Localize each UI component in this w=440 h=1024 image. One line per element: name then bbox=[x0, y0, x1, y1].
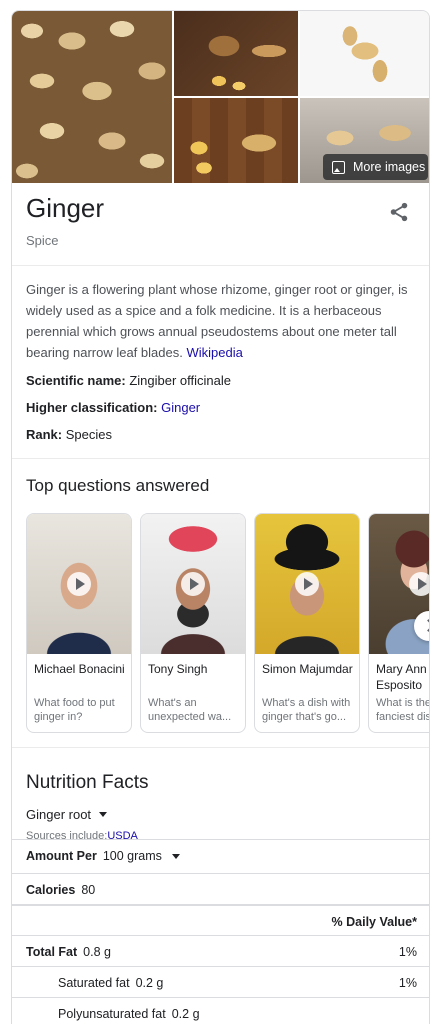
amount-per-row: Amount Per 100 grams bbox=[12, 839, 429, 870]
calories-label: Calories bbox=[26, 883, 76, 897]
question-text: What's a dish with ginger that's go... bbox=[262, 696, 356, 724]
play-icon bbox=[67, 572, 91, 596]
question-card[interactable]: Simon Majumdar What's a dish with ginger… bbox=[254, 513, 360, 733]
question-line: What's a dish with bbox=[262, 697, 351, 709]
ginger-image-4[interactable] bbox=[174, 98, 298, 183]
question-line: fanciest dis bbox=[376, 711, 430, 723]
questions-section-title: Top questions answered bbox=[26, 476, 210, 495]
calories-cell: Calories 80 bbox=[26, 883, 95, 897]
divider bbox=[12, 458, 429, 459]
nutrient-amount: 0.8 g bbox=[83, 945, 111, 959]
nutrient-row: Saturated fat 0.2 g 1% bbox=[12, 966, 429, 997]
fact-value: Species bbox=[65, 427, 112, 442]
ginger-image-3[interactable] bbox=[300, 11, 429, 96]
nutrient-amount: 0.2 g bbox=[135, 976, 164, 990]
nutrient-dv: 1% bbox=[398, 976, 417, 990]
question-line: ginger in? bbox=[34, 711, 83, 723]
amount-per-value: 100 grams bbox=[102, 849, 162, 863]
serving-size-selector[interactable]: Amount Per 100 grams bbox=[26, 849, 180, 863]
question-line: What food to put bbox=[34, 697, 115, 709]
dropdown-arrow-icon bbox=[99, 812, 108, 817]
nutrient-name: Polyunsaturated fat bbox=[58, 1007, 166, 1021]
expert-name: Simon Majumdar bbox=[262, 662, 353, 676]
entity-title: Ginger bbox=[26, 193, 105, 223]
question-text: What is the fanciest dis bbox=[376, 696, 430, 724]
play-icon bbox=[295, 572, 319, 596]
ginger-image-main[interactable] bbox=[12, 11, 172, 183]
description: Ginger is a flowering plant whose rhizom… bbox=[26, 279, 416, 363]
nutrient-dv: 1% bbox=[398, 945, 417, 959]
food-selector-value: Ginger root bbox=[26, 807, 92, 822]
dropdown-arrow-icon bbox=[171, 853, 180, 859]
share-icon[interactable] bbox=[388, 201, 410, 223]
fact-value: Zingiber officinale bbox=[129, 373, 231, 388]
nutrient-label: Saturated fat 0.2 g bbox=[58, 976, 163, 990]
calories-value: 80 bbox=[81, 883, 96, 897]
image-grid: More images bbox=[12, 11, 429, 183]
divider bbox=[12, 265, 429, 266]
expert-name: Michael Bonacini bbox=[34, 662, 125, 676]
calories-row: Calories 80 bbox=[12, 873, 429, 904]
higher-classification-link[interactable]: Ginger bbox=[161, 400, 200, 415]
divider bbox=[12, 747, 429, 748]
nutrient-label: Total Fat 0.8 g bbox=[26, 945, 111, 959]
fact-rank: Rank: Species bbox=[26, 427, 112, 442]
question-text: What's an unexpected wa... bbox=[148, 696, 242, 724]
fact-higher-classification: Higher classification: Ginger bbox=[26, 400, 200, 415]
question-line: unexpected wa... bbox=[148, 711, 232, 723]
more-images-label: More images bbox=[353, 160, 426, 174]
play-icon bbox=[409, 572, 429, 596]
question-line: ginger that's go... bbox=[262, 711, 347, 723]
nutrient-name: Total Fat bbox=[26, 945, 78, 959]
nutrition-title: Nutrition Facts bbox=[26, 772, 149, 793]
question-card[interactable]: Michael Bonacini What food to put ginger… bbox=[26, 513, 132, 733]
question-card[interactable]: Tony Singh What's an unexpected wa... bbox=[140, 513, 246, 733]
question-line: What's an bbox=[148, 697, 197, 709]
daily-value-header: % Daily Value* bbox=[332, 915, 417, 929]
knowledge-panel: More images Ginger Spice Ginger is a flo… bbox=[11, 10, 430, 1024]
nutrient-row: Polyunsaturated fat 0.2 g bbox=[12, 997, 429, 1024]
image-icon bbox=[332, 160, 345, 174]
more-images-button[interactable]: More images bbox=[323, 154, 428, 180]
question-line: What is the bbox=[376, 697, 430, 709]
wikipedia-link[interactable]: Wikipedia bbox=[186, 345, 242, 360]
amount-per-label: Amount Per bbox=[26, 849, 97, 863]
expert-name: Mary Ann Esposito bbox=[376, 662, 427, 692]
nutrient-amount: 0.2 g bbox=[171, 1007, 200, 1021]
nutrient-name: Saturated fat bbox=[58, 976, 130, 990]
fact-label: Rank: bbox=[26, 427, 63, 442]
fact-label: Scientific name: bbox=[26, 373, 126, 388]
fact-label: Higher classification: bbox=[26, 400, 158, 415]
food-selector[interactable]: Ginger root bbox=[26, 807, 108, 822]
daily-value-header-text: % Daily Value* bbox=[331, 915, 417, 929]
ginger-image-2[interactable] bbox=[174, 11, 298, 96]
entity-subtitle: Spice bbox=[26, 233, 59, 248]
expert-name: Tony Singh bbox=[148, 662, 208, 676]
daily-value-header-row: % Daily Value* bbox=[12, 904, 429, 935]
nutrient-row: Total Fat 0.8 g 1% bbox=[12, 935, 429, 966]
nutrient-label: Polyunsaturated fat 0.2 g bbox=[58, 1007, 200, 1021]
question-text: What food to put ginger in? bbox=[34, 696, 128, 724]
fact-scientific-name: Scientific name: Zingiber officinale bbox=[26, 373, 231, 388]
play-icon bbox=[181, 572, 205, 596]
